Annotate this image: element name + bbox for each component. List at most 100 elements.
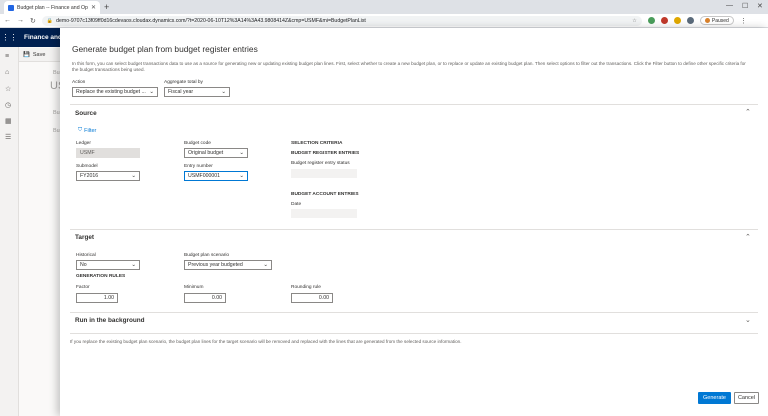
maximize-icon[interactable]: ☐ xyxy=(742,2,748,10)
dynamics-favicon-icon xyxy=(8,4,14,11)
address-bar[interactable]: 🔒 demo-9707c13f09ff0d16cdevaos.cloudax.d… xyxy=(41,15,642,26)
reload-icon[interactable]: ↻ xyxy=(30,17,36,25)
url-text: demo-9707c13f09ff0d16cdevaos.cloudax.dyn… xyxy=(56,17,366,24)
chevron-down-icon: ⌄ xyxy=(239,173,244,179)
chevron-down-icon: ⌄ xyxy=(149,89,154,95)
aggregate-label: Aggregate total by xyxy=(164,80,203,85)
browser-tab-title: Budget plan -- Finance and Ope... xyxy=(17,4,88,11)
profile-button[interactable]: Paused xyxy=(699,16,734,25)
submodel-value: FY2016 xyxy=(80,173,99,179)
submodel-label: Submodel xyxy=(76,164,98,169)
dialog-intro: In this form, you can select budget tran… xyxy=(72,61,746,72)
factor-input[interactable]: 1.00 xyxy=(76,293,118,303)
waffle-icon[interactable]: ⋮⋮ xyxy=(0,28,19,47)
filter-label: Filter xyxy=(84,127,97,134)
factor-value: 1.00 xyxy=(103,295,114,301)
hamburger-icon[interactable]: ≡ xyxy=(5,53,9,60)
minimum-value: 0.00 xyxy=(211,295,222,301)
chevron-down-icon[interactable]: ⌄ xyxy=(745,316,751,324)
workspaces-icon[interactable]: ▦ xyxy=(5,117,12,125)
ledger-label: Ledger xyxy=(76,141,91,146)
date-value[interactable] xyxy=(291,209,357,218)
generate-button[interactable]: Generate xyxy=(698,392,731,404)
register-entries-heading: BUDGET REGISTER ENTRIES xyxy=(291,151,360,156)
target-section-header[interactable]: Target xyxy=(75,234,94,241)
extension-icon[interactable] xyxy=(647,17,655,24)
budget-code-label: Budget code xyxy=(184,141,211,146)
action-select[interactable]: Replace the existing budget ... ⌄ xyxy=(72,87,158,97)
extension-icon-2[interactable] xyxy=(673,17,681,24)
budget-code-value: Original budget xyxy=(188,150,224,156)
rounding-input[interactable]: 0.00 xyxy=(291,293,333,303)
date-label: Date xyxy=(291,202,302,207)
favorites-icon[interactable]: ☆ xyxy=(5,85,11,93)
register-status-value[interactable] xyxy=(291,169,357,178)
generation-rules-heading: GENERATION RULES xyxy=(76,274,126,279)
budget-code-select[interactable]: Original budget ⌄ xyxy=(184,148,248,158)
factor-label: Factor xyxy=(76,285,90,290)
recent-icon[interactable]: ◷ xyxy=(5,101,11,109)
app-name: Finance and xyxy=(24,34,62,41)
avatar xyxy=(704,18,710,23)
chevron-down-icon: ⌄ xyxy=(131,262,136,268)
star-icon[interactable]: ☆ xyxy=(632,18,637,24)
browser-tab[interactable]: Budget plan -- Finance and Ope... ✕ xyxy=(4,1,100,14)
save-icon: 💾 xyxy=(23,51,30,58)
account-entries-heading: BUDGET ACCOUNT ENTRIES xyxy=(291,192,359,197)
scenario-value: Previous year budgeted xyxy=(188,262,243,268)
entry-number-value: USMF000001 xyxy=(188,173,221,179)
home-icon[interactable]: ⌂ xyxy=(5,69,9,76)
cancel-button[interactable]: Cancel xyxy=(734,392,759,404)
divider xyxy=(70,229,758,230)
divider xyxy=(70,312,758,313)
modules-icon[interactable]: ☰ xyxy=(5,133,11,141)
action-label: Action xyxy=(72,80,86,85)
selection-criteria-heading: SELECTION CRITERIA xyxy=(291,141,343,146)
browser-toolbar: ← → ↻ 🔒 demo-9707c13f09ff0d16cdevaos.clo… xyxy=(0,14,768,28)
submodel-select[interactable]: FY2016 ⌄ xyxy=(76,171,140,181)
divider xyxy=(70,333,758,334)
ledger-value: USMF xyxy=(80,150,95,156)
minimum-label: Minimum xyxy=(184,285,204,290)
chevron-down-icon: ⌄ xyxy=(239,150,244,156)
source-section-header[interactable]: Source xyxy=(75,110,97,117)
window-close-icon[interactable]: ✕ xyxy=(757,2,763,10)
chevron-down-icon: ⌄ xyxy=(131,173,136,179)
historical-select[interactable]: No ⌄ xyxy=(76,260,140,270)
historical-label: Historical xyxy=(76,253,96,258)
action-value: Replace the existing budget ... xyxy=(76,89,146,95)
left-navigation: ≡ ⌂ ☆ ◷ ▦ ☰ xyxy=(0,47,19,416)
forward-icon[interactable]: → xyxy=(17,17,24,24)
chevron-down-icon: ⌄ xyxy=(221,89,226,95)
rounding-label: Rounding rule xyxy=(291,285,321,290)
divider xyxy=(70,104,758,105)
scenario-select[interactable]: Previous year budgeted ⌄ xyxy=(184,260,272,270)
entry-number-label: Entry number xyxy=(184,164,213,169)
historical-value: No xyxy=(80,262,87,268)
minimum-input[interactable]: 0.00 xyxy=(184,293,226,303)
dialog-title: Generate budget plan from budget registe… xyxy=(72,44,258,54)
aggregate-select[interactable]: Fiscal year ⌄ xyxy=(164,87,230,97)
lock-icon: 🔒 xyxy=(46,17,54,24)
more-menu-icon[interactable]: ⋮ xyxy=(740,17,747,25)
filter-button[interactable]: ⛉ Filter xyxy=(78,127,96,134)
aggregate-value: Fiscal year xyxy=(168,89,194,95)
dialog-footnote: If you replace the existing budget plan … xyxy=(70,339,462,344)
ledger-field: USMF xyxy=(76,148,140,158)
register-status-label: Budget register entry status xyxy=(291,161,350,166)
chevron-up-icon[interactable]: ⌃ xyxy=(745,108,751,116)
extension-abp-icon[interactable] xyxy=(660,17,668,24)
background-section-header[interactable]: Run in the background xyxy=(75,317,145,324)
tab-close-icon[interactable]: ✕ xyxy=(91,4,96,11)
entry-number-select[interactable]: USMF000001 ⌄ xyxy=(184,171,248,181)
browser-tab-strip xyxy=(0,0,768,14)
back-icon[interactable]: ← xyxy=(4,17,11,24)
new-tab-icon[interactable]: + xyxy=(104,2,109,12)
extension-icon-3[interactable] xyxy=(686,17,694,24)
minimize-icon[interactable]: — xyxy=(726,2,733,9)
scenario-label: Budget plan scenario xyxy=(184,253,230,258)
chevron-up-icon[interactable]: ⌃ xyxy=(745,233,751,241)
profile-label: Paused xyxy=(711,17,729,24)
chevron-down-icon: ⌄ xyxy=(263,262,268,268)
background-save-label: Save xyxy=(32,51,46,58)
